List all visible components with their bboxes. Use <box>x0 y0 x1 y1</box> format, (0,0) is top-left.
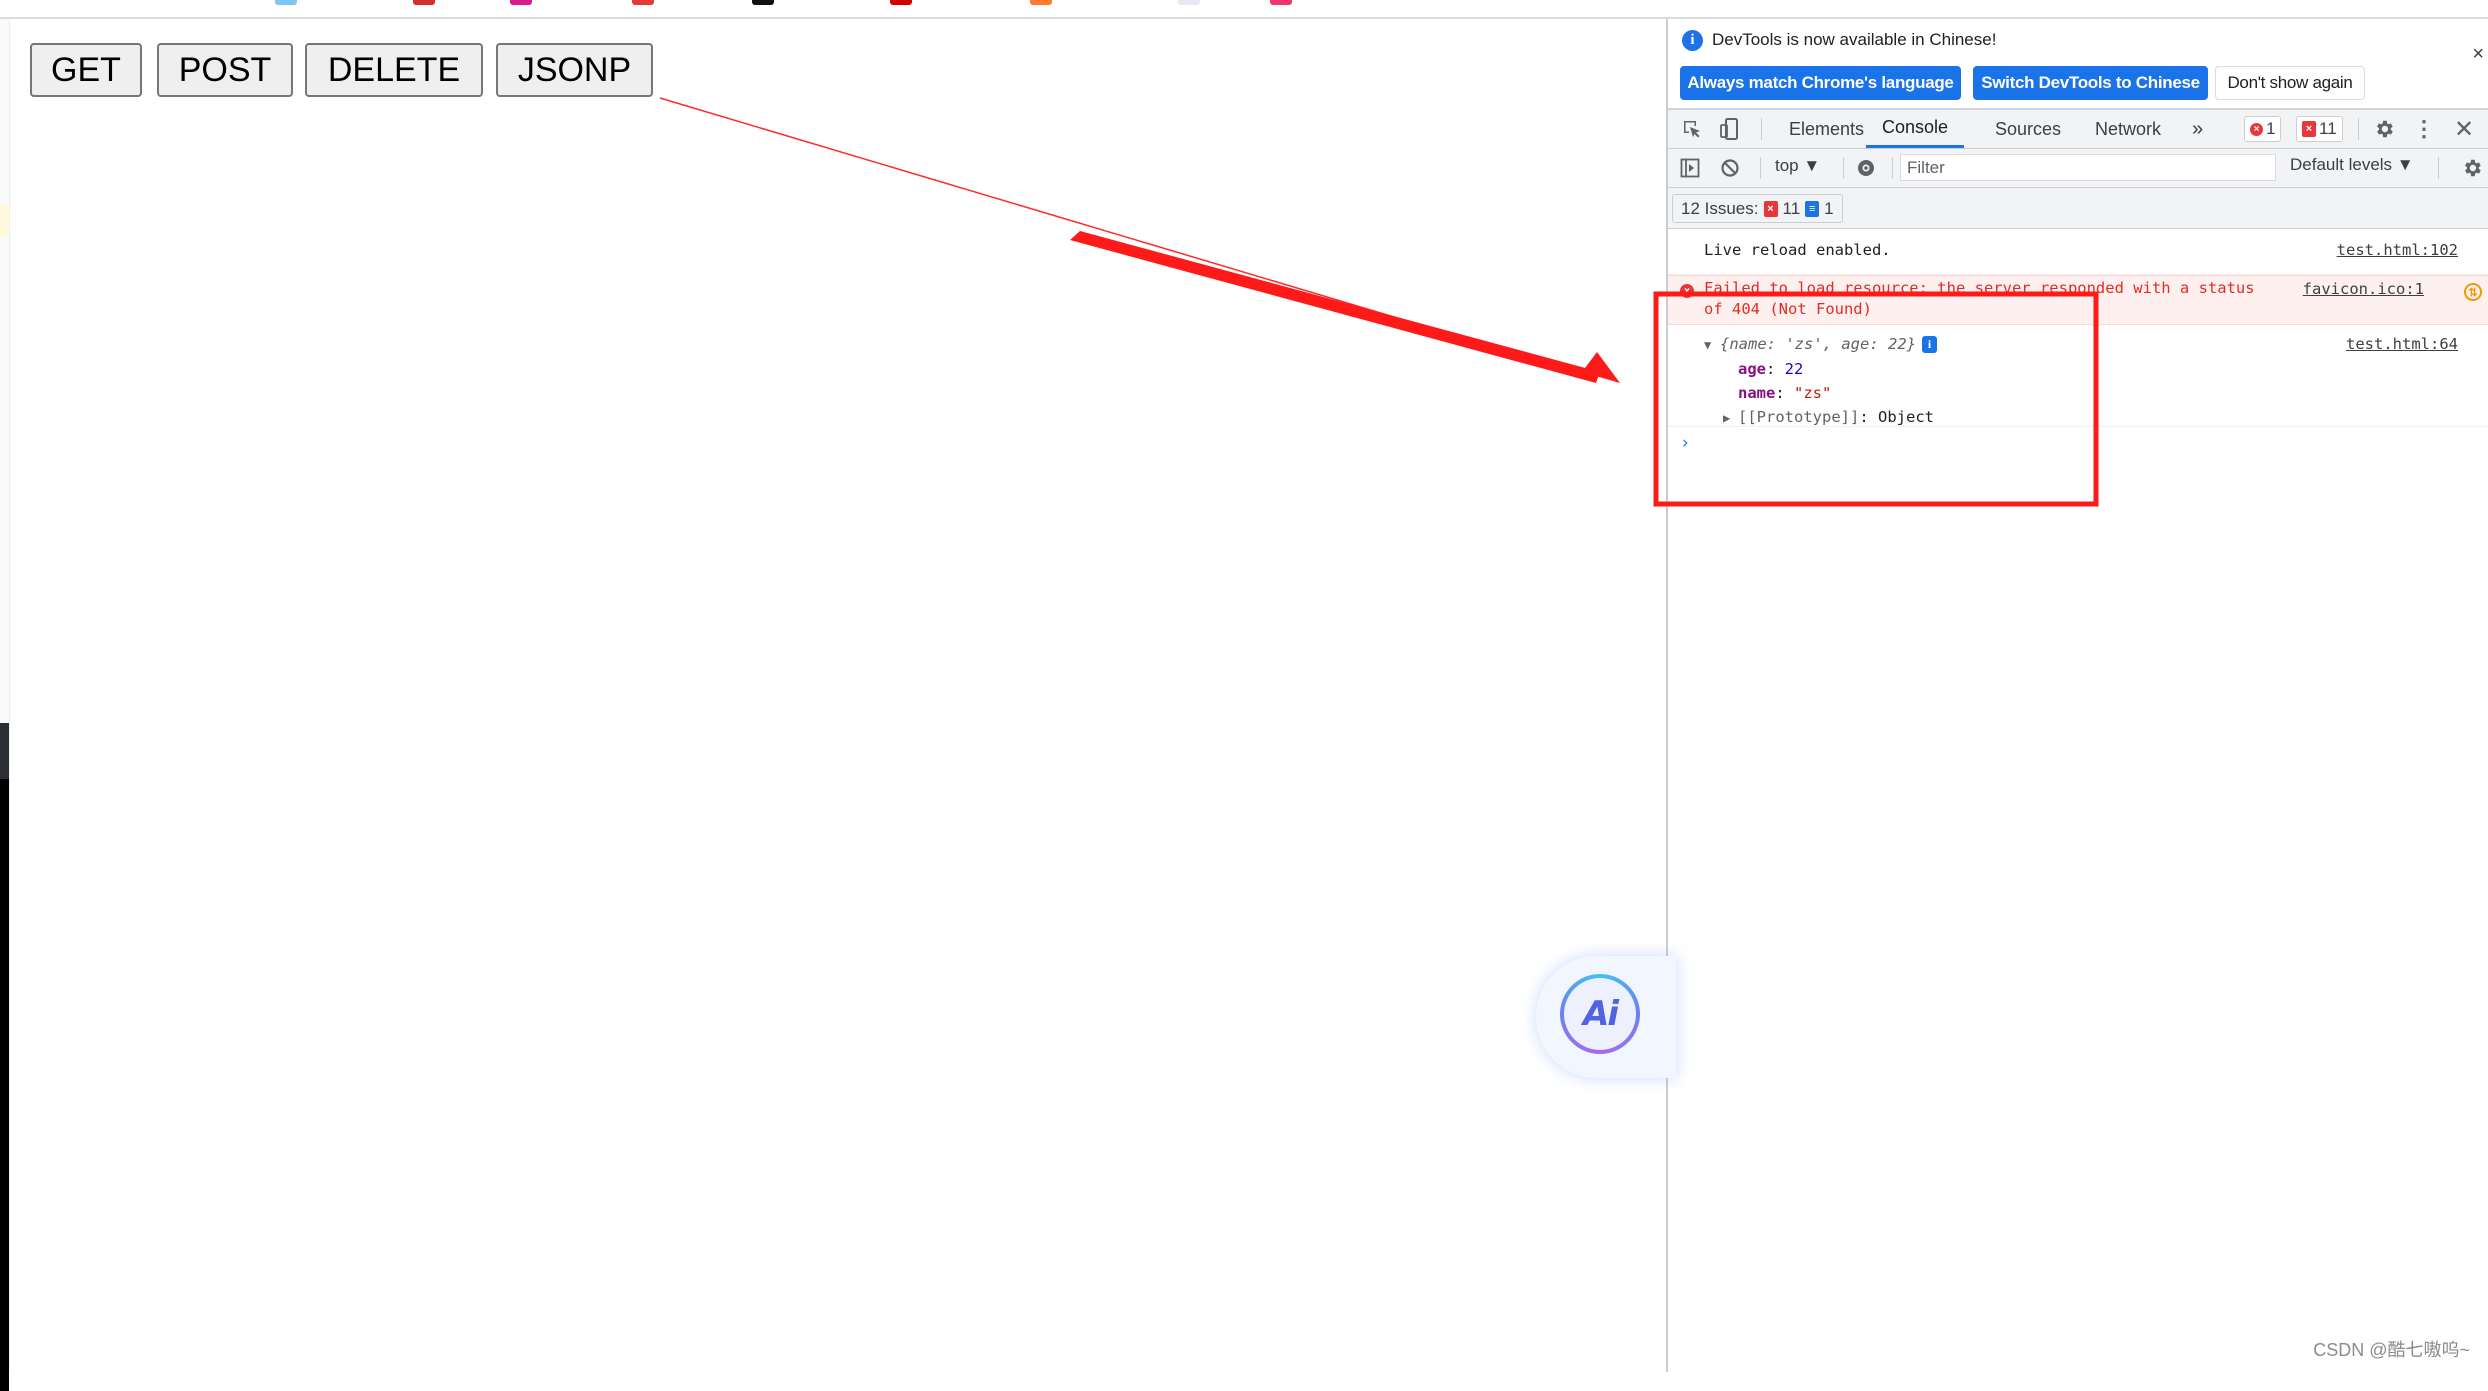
expand-triangle-icon[interactable]: ▶ <box>1723 411 1738 425</box>
console-object-message: ▼ {name: 'zs', age: 22} i test.html:64 age… <box>1668 325 2488 427</box>
tab-favicon-icon[interactable] <box>275 0 297 5</box>
post-button[interactable]: POST <box>157 43 293 97</box>
ai-assistant-button[interactable]: Ai <box>1536 956 1676 1078</box>
ai-ring: Ai <box>1560 974 1640 1054</box>
error-text-line2: of 404 (Not Found) <box>1704 300 1872 318</box>
source-link[interactable]: favicon.ico:1 <box>2303 280 2424 298</box>
watermark: CSDN @酷七嗷呜~ <box>2313 1340 2470 1360</box>
tab-favicon-icon[interactable] <box>890 0 912 5</box>
error-count-badge[interactable]: × 1 <box>2244 116 2282 142</box>
issues-count-badge[interactable]: × 11 <box>2296 116 2343 142</box>
delete-button[interactable]: DELETE <box>305 43 483 97</box>
object-property: age: 22 <box>1738 360 1804 378</box>
issues-info-count: 1 <box>1824 198 1834 218</box>
live-expression-eye-icon[interactable] <box>1854 156 1878 180</box>
tab-sources[interactable]: Sources <box>1995 110 2061 148</box>
toolbar-separator <box>1892 157 1893 179</box>
tab-elements[interactable]: Elements <box>1789 110 1864 148</box>
tab-favicon-icon[interactable] <box>632 0 654 5</box>
close-icon[interactable]: × <box>2472 43 2484 66</box>
issue-error-icon: × <box>2302 121 2316 137</box>
console-message: Live reload enabled. test.html:102 <box>1668 229 2488 275</box>
toolbar-separator <box>1760 157 1761 179</box>
tab-favicon-icon[interactable] <box>1178 0 1200 5</box>
more-tabs-button[interactable]: » <box>2192 110 2203 148</box>
left-edge-dark-panel <box>0 723 9 1391</box>
console-toolbar: top ▼ Default levels ▼ <box>1668 149 2488 188</box>
browser-tab-strip <box>0 0 2488 19</box>
tab-favicon-icon[interactable] <box>413 0 435 5</box>
devtools-tab-bar: Elements Console Sources Network » × 1 ×… <box>1668 110 2488 149</box>
issue-info-icon: ≡ <box>1805 200 1820 217</box>
left-edge-scrollbar <box>0 723 9 779</box>
device-toolbar-icon[interactable] <box>1718 117 1742 141</box>
console-settings-gear-icon[interactable] <box>2460 156 2484 180</box>
error-count: 1 <box>2266 119 2276 138</box>
issues-error-count: 11 <box>1782 198 1801 218</box>
left-edge-panel <box>0 19 10 1391</box>
toolbar-separator <box>2358 118 2359 140</box>
devtools-panel: i DevTools is now available in Chinese! … <box>1666 19 2488 1372</box>
prompt-chevron-icon: › <box>1680 433 1691 453</box>
inspect-element-icon[interactable] <box>1680 117 1704 141</box>
get-button[interactable]: GET <box>30 43 142 97</box>
more-options-icon[interactable]: ⋮ <box>2412 116 2436 141</box>
infobar-message: DevTools is now available in Chinese! <box>1712 30 1997 49</box>
toolbar-separator <box>1843 157 1844 179</box>
tab-network[interactable]: Network <box>2095 110 2161 148</box>
annotation-arrow-tail <box>659 97 1593 377</box>
error-text-line1: Failed to load resource: the server resp… <box>1704 279 2255 297</box>
clear-console-icon[interactable] <box>1718 156 1742 180</box>
error-icon: × <box>1680 284 1694 298</box>
console-error-message: × Failed to load resource: the server re… <box>1668 275 2488 325</box>
object-property: name: "zs" <box>1738 384 1832 402</box>
dont-show-again-button[interactable]: Don't show again <box>2215 66 2365 100</box>
source-link[interactable]: test.html:102 <box>2337 241 2458 259</box>
annotation-arrow-shaft <box>1070 231 1600 383</box>
language-infobar: i DevTools is now available in Chinese! … <box>1668 19 2488 110</box>
context-selector[interactable]: top ▼ <box>1775 156 1820 176</box>
tab-favicon-icon[interactable] <box>1270 0 1292 5</box>
console-log: Live reload enabled. test.html:102 × Fai… <box>1668 229 2488 467</box>
close-devtools-icon[interactable]: ✕ <box>2452 116 2476 143</box>
tab-favicon-icon[interactable] <box>510 0 532 5</box>
error-icon: × <box>2250 122 2263 136</box>
toolbar-separator <box>2438 157 2439 179</box>
console-prompt-row[interactable]: › <box>1668 427 2488 467</box>
ai-icon: Ai <box>1564 978 1636 1050</box>
tab-favicon-icon[interactable] <box>1030 0 1052 5</box>
prototype-property[interactable]: ▶ [[Prototype]]: Object <box>1723 408 1934 426</box>
jsonp-button[interactable]: JSONP <box>496 43 653 97</box>
object-summary[interactable]: ▼ {name: 'zs', age: 22} i <box>1704 335 1938 353</box>
filter-input[interactable] <box>1900 154 2276 181</box>
log-levels-dropdown[interactable]: Default levels ▼ <box>2290 155 2414 175</box>
info-icon[interactable]: i <box>1922 336 1938 353</box>
settings-gear-icon[interactable] <box>2372 117 2396 141</box>
issues-label: 12 Issues: <box>1681 198 1759 218</box>
issues-bar: 12 Issues: × 11 ≡ 1 <box>1668 188 2488 229</box>
tab-console[interactable]: Console <box>1866 110 1965 148</box>
toolbar-separator <box>1761 118 1762 140</box>
expand-triangle-icon[interactable]: ▼ <box>1704 338 1720 352</box>
source-link[interactable]: test.html:64 <box>2346 335 2458 353</box>
match-language-button[interactable]: Always match Chrome's language <box>1680 66 1961 100</box>
annotation-arrow-head <box>1582 352 1620 383</box>
tab-favicon-icon[interactable] <box>752 0 774 5</box>
issues-button[interactable]: 12 Issues: × 11 ≡ 1 <box>1672 194 1843 223</box>
log-text: Live reload enabled. <box>1704 241 1891 259</box>
switch-to-chinese-button[interactable]: Switch DevTools to Chinese <box>1973 66 2208 100</box>
info-icon: i <box>1682 30 1703 51</box>
issue-error-icon: × <box>1763 200 1778 217</box>
sidebar-toggle-icon[interactable] <box>1678 156 1702 180</box>
network-request-icon[interactable]: ⇅ <box>2464 283 2482 301</box>
left-edge-highlight <box>0 204 9 236</box>
issue-count: 11 <box>2319 119 2337 138</box>
